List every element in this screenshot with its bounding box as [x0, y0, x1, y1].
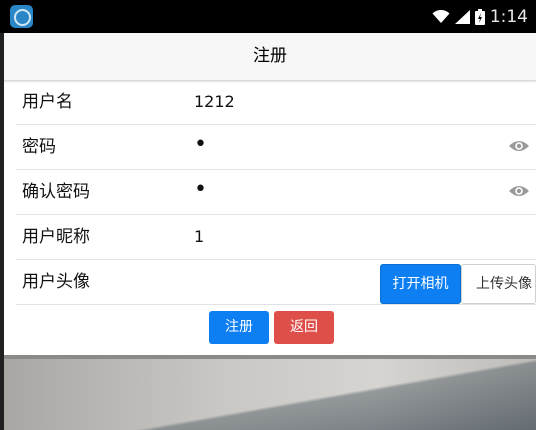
nickname-input[interactable]: 1: [194, 215, 204, 259]
confirm-password-label: 确认密码: [22, 182, 90, 202]
confirm-password-row: 确认密码 •: [16, 170, 536, 215]
wifi-icon: [432, 10, 450, 23]
register-button[interactable]: 注册: [209, 311, 269, 344]
username-input[interactable]: 1212: [194, 80, 235, 124]
password-input[interactable]: •: [194, 125, 207, 165]
confirm-password-input[interactable]: •: [194, 170, 207, 210]
page-title: 注册: [253, 46, 287, 66]
status-time: 1:14: [489, 7, 528, 27]
back-button[interactable]: 返回: [274, 311, 334, 344]
eye-icon[interactable]: [508, 139, 530, 153]
app-icon: [10, 5, 33, 28]
password-row: 密码 •: [16, 125, 536, 170]
nickname-row: 用户昵称 1: [16, 215, 536, 260]
status-icons: 1:14: [432, 6, 528, 28]
nav-bar: 注册: [4, 33, 536, 81]
battery-icon: [474, 9, 485, 25]
camera-preview: [4, 355, 536, 430]
signal-icon: [454, 10, 470, 24]
upload-avatar-button[interactable]: 上传头像: [461, 264, 536, 304]
app-screen: 注册 用户名 1212 密码 • 确认密码 • 用户昵称 1 用户头像 打开相机…: [4, 33, 536, 430]
username-label: 用户名: [22, 92, 73, 112]
eye-icon[interactable]: [508, 184, 530, 198]
username-row: 用户名 1212: [16, 80, 536, 125]
avatar-label: 用户头像: [22, 272, 90, 292]
open-camera-button[interactable]: 打开相机: [380, 264, 461, 304]
form-actions: 注册 返回: [4, 310, 536, 346]
nickname-label: 用户昵称: [22, 227, 90, 247]
password-label: 密码: [22, 137, 56, 157]
status-bar: 1:14: [0, 0, 536, 33]
avatar-row: 用户头像 打开相机 上传头像: [16, 260, 536, 305]
